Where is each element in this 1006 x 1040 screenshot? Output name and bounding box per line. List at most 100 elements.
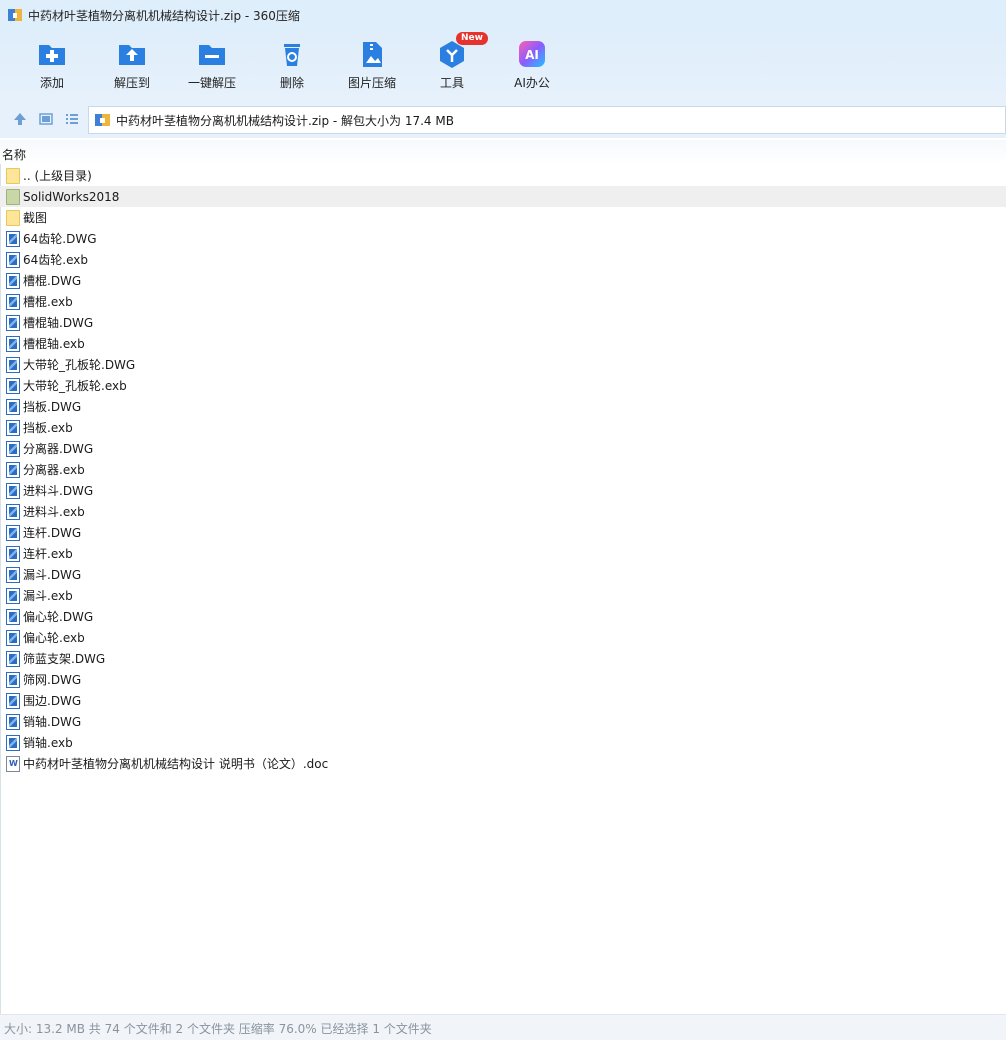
list-item[interactable]: 挡板.DWG bbox=[0, 396, 1006, 417]
word-document-icon bbox=[6, 755, 20, 772]
file-name: 槽棍.DWG bbox=[23, 274, 82, 288]
archive-app-icon bbox=[8, 8, 22, 22]
file-name: 64齿轮.DWG bbox=[23, 232, 97, 246]
list-item[interactable]: 槽棍轴.DWG bbox=[0, 312, 1006, 333]
cad-file-icon bbox=[6, 398, 20, 415]
folder-icon bbox=[6, 167, 20, 184]
file-name: 进料斗.exb bbox=[23, 505, 85, 519]
extract-to-label: 解压到 bbox=[113, 76, 150, 90]
file-name: 连杆.exb bbox=[23, 547, 73, 561]
file-name: 槽棍.exb bbox=[23, 295, 73, 309]
thumbnail-view-icon[interactable] bbox=[38, 111, 54, 127]
image-compress-label: 图片压缩 bbox=[347, 76, 396, 90]
list-item[interactable]: .. (上级目录) bbox=[0, 165, 1006, 186]
list-item[interactable]: 进料斗.DWG bbox=[0, 480, 1006, 501]
cad-file-icon bbox=[6, 272, 20, 289]
cad-file-icon bbox=[6, 440, 20, 457]
up-arrow-icon[interactable] bbox=[12, 111, 28, 127]
list-item[interactable]: 漏斗.DWG bbox=[0, 564, 1006, 585]
cad-file-icon bbox=[6, 377, 20, 394]
list-item[interactable]: 漏斗.exb bbox=[0, 585, 1006, 606]
list-item[interactable]: 围边.DWG bbox=[0, 690, 1006, 711]
file-name: 64齿轮.exb bbox=[23, 253, 88, 267]
status-text: 大小: 13.2 MB 共 74 个文件和 2 个文件夹 压缩率 76.0% 已… bbox=[4, 1022, 432, 1036]
list-item[interactable]: 销轴.exb bbox=[0, 732, 1006, 753]
list-item[interactable]: 截图 bbox=[0, 207, 1006, 228]
extract-to-button[interactable]: 解压到 bbox=[92, 36, 172, 98]
list-item[interactable]: 偏心轮.DWG bbox=[0, 606, 1006, 627]
list-item[interactable]: 销轴.DWG bbox=[0, 711, 1006, 732]
file-name: 销轴.DWG bbox=[23, 715, 82, 729]
recycle-delete-icon bbox=[276, 38, 308, 70]
list-item[interactable]: SolidWorks2018 bbox=[0, 186, 1006, 207]
cad-file-icon bbox=[6, 524, 20, 541]
list-item[interactable]: 64齿轮.DWG bbox=[0, 228, 1006, 249]
ai-office-label: AI办公 bbox=[514, 76, 550, 90]
add-label: 添加 bbox=[39, 76, 64, 90]
window-title: 中药材叶茎植物分离机机械结构设计.zip - 360压缩 bbox=[28, 8, 300, 23]
address-bar[interactable]: 中药材叶茎植物分离机机械结构设计.zip - 解包大小为 17.4 MB bbox=[88, 106, 1006, 134]
image-compress-icon bbox=[356, 38, 388, 70]
list-item[interactable]: 槽棍.DWG bbox=[0, 270, 1006, 291]
file-name: 截图 bbox=[23, 211, 48, 225]
address-row: 中药材叶茎植物分离机机械结构设计.zip - 解包大小为 17.4 MB bbox=[0, 102, 1006, 138]
file-name: 漏斗.exb bbox=[23, 589, 73, 603]
cad-file-icon bbox=[6, 314, 20, 331]
list-item[interactable]: 大带轮_孔板轮.DWG bbox=[0, 354, 1006, 375]
column-name-header[interactable]: 名称 bbox=[2, 146, 26, 163]
list-view-icon[interactable] bbox=[64, 111, 80, 127]
folder-icon bbox=[6, 188, 20, 205]
folder-icon bbox=[6, 209, 20, 226]
ai-office-icon: AI bbox=[516, 38, 548, 70]
new-badge: New bbox=[456, 32, 488, 45]
list-item[interactable]: 筛蓝支架.DWG bbox=[0, 648, 1006, 669]
list-item[interactable]: 连杆.exb bbox=[0, 543, 1006, 564]
list-item[interactable]: 偏心轮.exb bbox=[0, 627, 1006, 648]
title-bar: 中药材叶茎植物分离机机械结构设计.zip - 360压缩 bbox=[0, 0, 1006, 30]
cad-file-icon bbox=[6, 251, 20, 268]
one-click-extract-button[interactable]: 一键解压 bbox=[172, 36, 252, 98]
cad-file-icon bbox=[6, 713, 20, 730]
list-item[interactable]: 槽棍.exb bbox=[0, 291, 1006, 312]
file-name: 连杆.DWG bbox=[23, 526, 82, 540]
list-item[interactable]: 分离器.DWG bbox=[0, 438, 1006, 459]
cad-file-icon bbox=[6, 419, 20, 436]
file-name: 筛网.DWG bbox=[23, 673, 82, 687]
list-item[interactable]: 筛网.DWG bbox=[0, 669, 1006, 690]
file-name: 中药材叶茎植物分离机机械结构设计 说明书（论文）.doc bbox=[23, 757, 329, 771]
cad-file-icon bbox=[6, 335, 20, 352]
list-item[interactable]: 64齿轮.exb bbox=[0, 249, 1006, 270]
file-name: 挡板.exb bbox=[23, 421, 73, 435]
list-item[interactable]: 连杆.DWG bbox=[0, 522, 1006, 543]
svg-text:AI: AI bbox=[525, 48, 539, 62]
cad-file-icon bbox=[6, 650, 20, 667]
file-name: 大带轮_孔板轮.exb bbox=[23, 379, 127, 393]
ai-office-button[interactable]: AI AI办公 bbox=[492, 36, 572, 98]
file-name: 筛蓝支架.DWG bbox=[23, 652, 106, 666]
extract-to-icon bbox=[116, 38, 148, 70]
list-item[interactable]: 进料斗.exb bbox=[0, 501, 1006, 522]
file-name: 围边.DWG bbox=[23, 694, 82, 708]
delete-button[interactable]: 删除 bbox=[252, 36, 332, 98]
file-name: 槽棍轴.DWG bbox=[23, 316, 94, 330]
delete-label: 删除 bbox=[279, 76, 304, 90]
list-item[interactable]: 挡板.exb bbox=[0, 417, 1006, 438]
list-item[interactable]: 中药材叶茎植物分离机机械结构设计 说明书（论文）.doc bbox=[0, 753, 1006, 774]
image-compress-button[interactable]: 图片压缩 bbox=[332, 36, 412, 98]
list-item[interactable]: 大带轮_孔板轮.exb bbox=[0, 375, 1006, 396]
add-icon bbox=[36, 38, 68, 70]
cad-file-icon bbox=[6, 608, 20, 625]
cad-file-icon bbox=[6, 230, 20, 247]
tools-button[interactable]: New 工具 bbox=[412, 32, 492, 98]
list-item[interactable]: 槽棍轴.exb bbox=[0, 333, 1006, 354]
file-name: .. (上级目录) bbox=[23, 169, 92, 183]
file-name: 进料斗.DWG bbox=[23, 484, 94, 498]
add-button[interactable]: 添加 bbox=[12, 36, 92, 98]
file-name: 大带轮_孔板轮.DWG bbox=[23, 358, 136, 372]
file-name: SolidWorks2018 bbox=[23, 189, 120, 204]
cad-file-icon bbox=[6, 545, 20, 562]
cad-file-icon bbox=[6, 629, 20, 646]
one-click-extract-icon bbox=[196, 38, 228, 70]
list-item[interactable]: 分离器.exb bbox=[0, 459, 1006, 480]
toolbar: 添加 解压到 一键解压 删除 图片压缩 New 工具 AI AI办公 bbox=[0, 30, 1006, 102]
